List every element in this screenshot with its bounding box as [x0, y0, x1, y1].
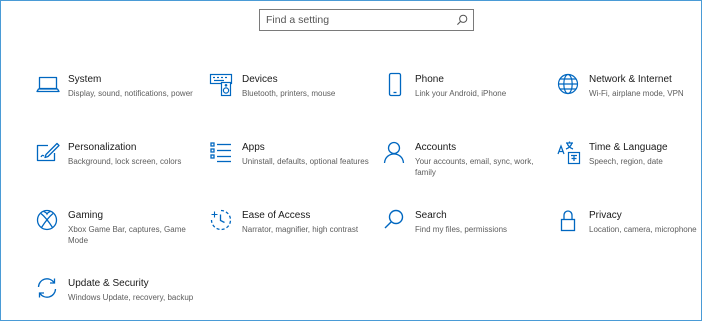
- phone-icon: [382, 72, 408, 98]
- category-description: Windows Update, recovery, backup: [68, 293, 194, 302]
- category-apps[interactable]: Apps Uninstall, defaults, optional featu…: [209, 140, 369, 194]
- category-title: Network & Internet: [589, 74, 672, 85]
- category-description: Find my files, permissions: [415, 225, 508, 234]
- category-update-security[interactable]: Update & Security Windows Update, recove…: [35, 276, 195, 320]
- settings-window: System Display, sound, notifications, po…: [0, 0, 702, 321]
- pen-tablet-icon: [35, 140, 61, 166]
- category-description: Narrator, magnifier, high contrast: [242, 225, 359, 234]
- category-title: Personalization: [68, 142, 137, 153]
- category-system[interactable]: System Display, sound, notifications, po…: [35, 72, 195, 126]
- category-title: Update & Security: [68, 278, 149, 289]
- category-personalization[interactable]: Personalization Background, lock screen,…: [35, 140, 195, 194]
- category-privacy[interactable]: Privacy Location, camera, microphone: [556, 208, 701, 262]
- category-accounts[interactable]: Accounts Your accounts, email, sync, wor…: [382, 140, 542, 194]
- laptop-icon: [35, 72, 61, 98]
- category-title: System: [68, 74, 102, 85]
- search-input[interactable]: [260, 10, 456, 30]
- app-list-icon: [209, 140, 235, 166]
- category-phone[interactable]: Phone Link your Android, iPhone: [382, 72, 542, 126]
- ease-of-access-icon: [209, 208, 235, 234]
- category-title: Apps: [242, 142, 265, 153]
- category-description: Wi-Fi, airplane mode, VPN: [589, 89, 684, 98]
- category-title: Phone: [415, 74, 444, 85]
- category-description: Your accounts, email, sync, work, family: [415, 157, 534, 177]
- category-title: Time & Language: [589, 142, 668, 153]
- sync-arrows-icon: [35, 276, 61, 302]
- category-title: Ease of Access: [242, 210, 311, 221]
- category-description: Xbox Game Bar, captures, Game Mode: [68, 225, 186, 245]
- category-description: Bluetooth, printers, mouse: [242, 89, 336, 98]
- category-search[interactable]: Search Find my files, permissions: [382, 208, 542, 262]
- magnifier-icon: [382, 208, 408, 234]
- category-title: Privacy: [589, 210, 622, 221]
- lock-icon: [556, 208, 582, 234]
- category-time-language[interactable]: Time & Language Speech, region, date: [556, 140, 701, 194]
- category-network-internet[interactable]: Network & Internet Wi-Fi, airplane mode,…: [556, 72, 701, 126]
- search-icon[interactable]: [455, 13, 469, 27]
- category-title: Search: [415, 210, 447, 221]
- time-language-icon: [556, 140, 582, 166]
- category-description: Speech, region, date: [589, 157, 663, 166]
- category-description: Link your Android, iPhone: [415, 89, 507, 98]
- category-ease-of-access[interactable]: Ease of Access Narrator, magnifier, high…: [209, 208, 369, 262]
- category-title: Devices: [242, 74, 278, 85]
- category-title: Gaming: [68, 210, 104, 221]
- category-description: Background, lock screen, colors: [68, 157, 182, 166]
- category-description: Display, sound, notifications, power: [68, 89, 193, 98]
- search-box[interactable]: [259, 9, 474, 31]
- category-description: Location, camera, microphone: [589, 225, 697, 234]
- category-gaming[interactable]: Gaming Xbox Game Bar, captures, Game Mod…: [35, 208, 195, 262]
- category-devices[interactable]: Devices Bluetooth, printers, mouse: [209, 72, 369, 126]
- person-icon: [382, 140, 408, 166]
- category-title: Accounts: [415, 142, 457, 153]
- category-description: Uninstall, defaults, optional features: [242, 157, 369, 166]
- globe-icon: [556, 72, 582, 98]
- xbox-icon: [35, 208, 61, 234]
- keyboard-speaker-icon: [209, 72, 235, 98]
